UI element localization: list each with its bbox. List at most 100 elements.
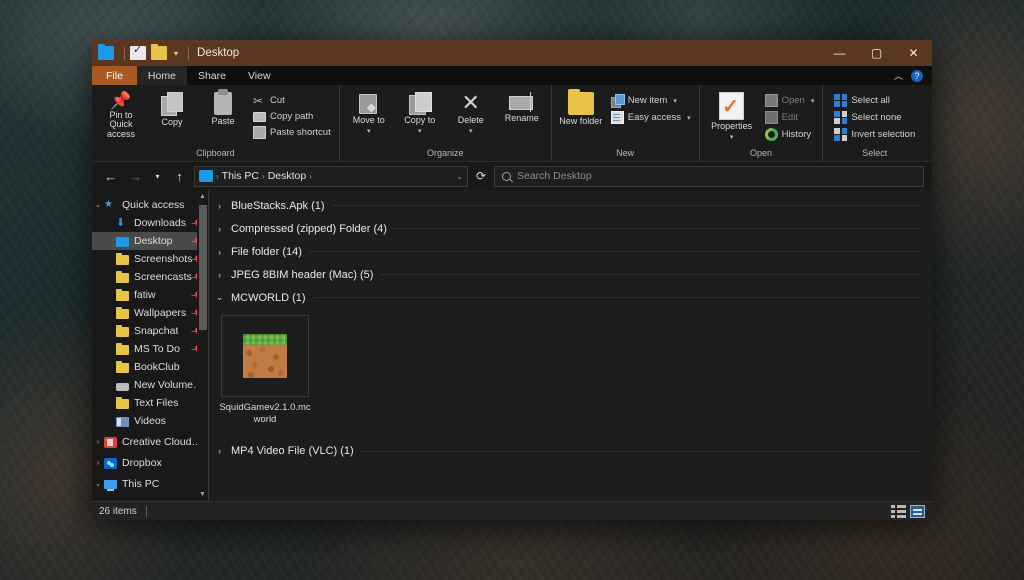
open-button[interactable]: Open ▾ xyxy=(762,93,818,108)
sidebar-item-text-files[interactable]: Text Files xyxy=(92,394,208,412)
cut-button[interactable]: ✂ Cut xyxy=(250,93,334,108)
list-view-icon[interactable] xyxy=(891,505,906,518)
help-icon[interactable]: ? xyxy=(911,70,923,82)
address-chevron-down-icon[interactable]: ⌄ xyxy=(456,172,463,181)
copy-path-button[interactable]: Copy path xyxy=(250,110,334,123)
group-header[interactable]: › MP4 Video File (VLC) (1) xyxy=(209,440,932,463)
sidebar-item-this-pc[interactable]: ⌄ This PC xyxy=(92,475,208,493)
ribbon-group-clipboard: 📌 Pin to Quick access Copy Paste ✂ Cut xyxy=(92,85,340,161)
chevron-right-icon[interactable]: › xyxy=(215,446,224,456)
videos-icon xyxy=(116,417,129,427)
sidebar-item-screencasts[interactable]: Screencasts 📌 xyxy=(92,268,208,286)
paste-shortcut-label: Paste shortcut xyxy=(270,127,331,138)
move-to-button[interactable]: Move to ▾ xyxy=(345,89,393,135)
scroll-up-arrow[interactable]: ▲ xyxy=(197,190,208,203)
copy-button[interactable]: Copy xyxy=(148,89,196,127)
chevron-right-icon[interactable]: › xyxy=(215,247,224,257)
copy-to-button[interactable]: Copy to ▾ xyxy=(396,89,444,135)
breadcrumb[interactable]: › This PC › Desktop › ⌄ xyxy=(194,166,468,187)
sidebar-item-screenshots[interactable]: Screenshots 📌 xyxy=(92,250,208,268)
chevron-down-icon[interactable]: ⌄ xyxy=(92,480,104,488)
group-rule xyxy=(313,297,922,298)
sidebar-item-creative-cloud-files[interactable]: › Creative Cloud Files xyxy=(92,433,208,451)
chevron-right-icon[interactable]: › xyxy=(92,439,104,446)
chevron-down-icon[interactable]: ▾ xyxy=(469,127,473,135)
group-header[interactable]: › BlueStacks.Apk (1) xyxy=(209,194,932,217)
tab-home[interactable]: Home xyxy=(137,66,187,85)
chevron-up-icon[interactable]: ︿ xyxy=(894,69,903,82)
history-button[interactable]: History xyxy=(762,127,818,142)
sidebar-item-label: Dropbox xyxy=(122,457,162,469)
chevron-right-icon[interactable]: › xyxy=(215,270,224,280)
navigation-pane-scrollbar[interactable]: ▲ ▼ xyxy=(197,190,208,501)
file-tiles: SquidGamev2.1.0.mcworld xyxy=(209,309,932,436)
sidebar-item-dropbox[interactable]: › Dropbox xyxy=(92,454,208,472)
sidebar-item-snapchat[interactable]: Snapchat 📌 xyxy=(92,322,208,340)
sidebar-item-ms-to-do[interactable]: MS To Do 📌 xyxy=(92,340,208,358)
invert-selection-button[interactable]: Invert selection xyxy=(831,127,918,142)
new-folder-icon[interactable] xyxy=(151,46,167,60)
up-arrow-icon[interactable]: ↑ xyxy=(169,166,190,187)
scroll-down-arrow[interactable]: ▼ xyxy=(197,488,208,501)
sidebar-item-videos[interactable]: Videos xyxy=(92,412,208,430)
chevron-down-icon[interactable]: ▾ xyxy=(687,114,691,122)
group-header[interactable]: › Compressed (zipped) Folder (4) xyxy=(209,217,932,240)
chevron-down-icon[interactable]: ⌄ xyxy=(215,292,224,303)
paste-button[interactable]: Paste xyxy=(199,89,247,126)
copy-to-label: Copy to xyxy=(404,116,435,125)
sidebar-item-desktop[interactable]: Desktop 📌 xyxy=(92,232,208,250)
properties-check-icon[interactable] xyxy=(130,46,146,60)
minimize-button[interactable]: — xyxy=(821,40,858,66)
easy-access-button[interactable]: Easy access ▾ xyxy=(608,110,694,125)
chevron-down-icon[interactable]: ▾ xyxy=(673,97,677,105)
recent-locations-chevron-down-icon[interactable]: ▾ xyxy=(150,166,165,187)
back-arrow-icon[interactable]: ← xyxy=(100,166,121,187)
tab-file[interactable]: File xyxy=(92,66,137,85)
chevron-down-icon[interactable]: ▾ xyxy=(174,49,178,58)
search-input[interactable]: Search Desktop xyxy=(494,166,924,187)
chevron-down-icon[interactable]: ▾ xyxy=(367,127,371,135)
navigation-pane: ⌄ ★ Quick access ⬇ Downloads 📌 Desktop 📌… xyxy=(92,190,208,501)
refresh-icon[interactable]: ⟳ xyxy=(472,166,490,187)
tab-view[interactable]: View xyxy=(237,66,282,85)
select-none-button[interactable]: Select none xyxy=(831,110,918,125)
edit-button[interactable]: Edit xyxy=(762,110,818,125)
forward-arrow-icon[interactable]: → xyxy=(125,166,146,187)
new-item-button[interactable]: New item ▾ xyxy=(608,93,694,108)
tab-share[interactable]: Share xyxy=(187,66,237,85)
sidebar-item-fatiw[interactable]: fatiw 📌 xyxy=(92,286,208,304)
chevron-down-icon[interactable]: ▾ xyxy=(730,133,734,141)
delete-button[interactable]: ✕ Delete ▾ xyxy=(447,89,495,135)
tabstrip-spacer xyxy=(282,66,894,85)
group-header[interactable]: › File folder (14) xyxy=(209,240,932,263)
sidebar-item-wallpapers[interactable]: Wallpapers 📌 xyxy=(92,304,208,322)
sidebar-item-bookclub[interactable]: BookClub xyxy=(92,358,208,376)
breadcrumb-item-desktop[interactable]: Desktop xyxy=(268,170,307,182)
group-header[interactable]: › JPEG 8BIM header (Mac) (5) xyxy=(209,263,932,286)
sidebar-item-downloads[interactable]: ⬇ Downloads 📌 xyxy=(92,214,208,232)
new-folder-button[interactable]: New folder xyxy=(557,89,605,126)
rename-button[interactable]: Rename xyxy=(498,89,546,123)
chevron-down-icon[interactable]: ▾ xyxy=(811,97,815,105)
chevron-right-icon[interactable]: › xyxy=(92,460,104,467)
properties-button[interactable]: Properties ▾ xyxy=(705,89,759,141)
group-header[interactable]: ⌄ MCWORLD (1) xyxy=(209,286,932,309)
breadcrumb-item-this-pc[interactable]: This PC xyxy=(222,170,259,182)
scrollbar-thumb[interactable] xyxy=(199,205,207,330)
chevron-right-icon[interactable]: › xyxy=(215,201,224,211)
details-view-icon[interactable] xyxy=(910,505,925,518)
list-item[interactable]: SquidGamev2.1.0.mcworld xyxy=(217,315,313,426)
chevron-down-icon[interactable]: ▾ xyxy=(418,127,422,135)
file-list-view[interactable]: › BlueStacks.Apk (1) › Compressed (zippe… xyxy=(209,190,932,501)
sidebar-item-quick-access[interactable]: ⌄ ★ Quick access xyxy=(92,196,208,214)
paste-shortcut-button[interactable]: Paste shortcut xyxy=(250,125,334,140)
sidebar-item-new-volume-d[interactable]: New Volume (D:) xyxy=(92,376,208,394)
pin-to-quick-access-button[interactable]: 📌 Pin to Quick access xyxy=(97,89,145,139)
status-divider xyxy=(146,506,147,517)
close-button[interactable]: ✕ xyxy=(895,40,932,66)
select-all-button[interactable]: Select all xyxy=(831,93,918,108)
file-thumbnail[interactable] xyxy=(221,315,309,397)
maximize-button[interactable]: ▢ xyxy=(858,40,895,66)
chevron-down-icon[interactable]: ⌄ xyxy=(92,201,104,209)
chevron-right-icon[interactable]: › xyxy=(215,224,224,234)
